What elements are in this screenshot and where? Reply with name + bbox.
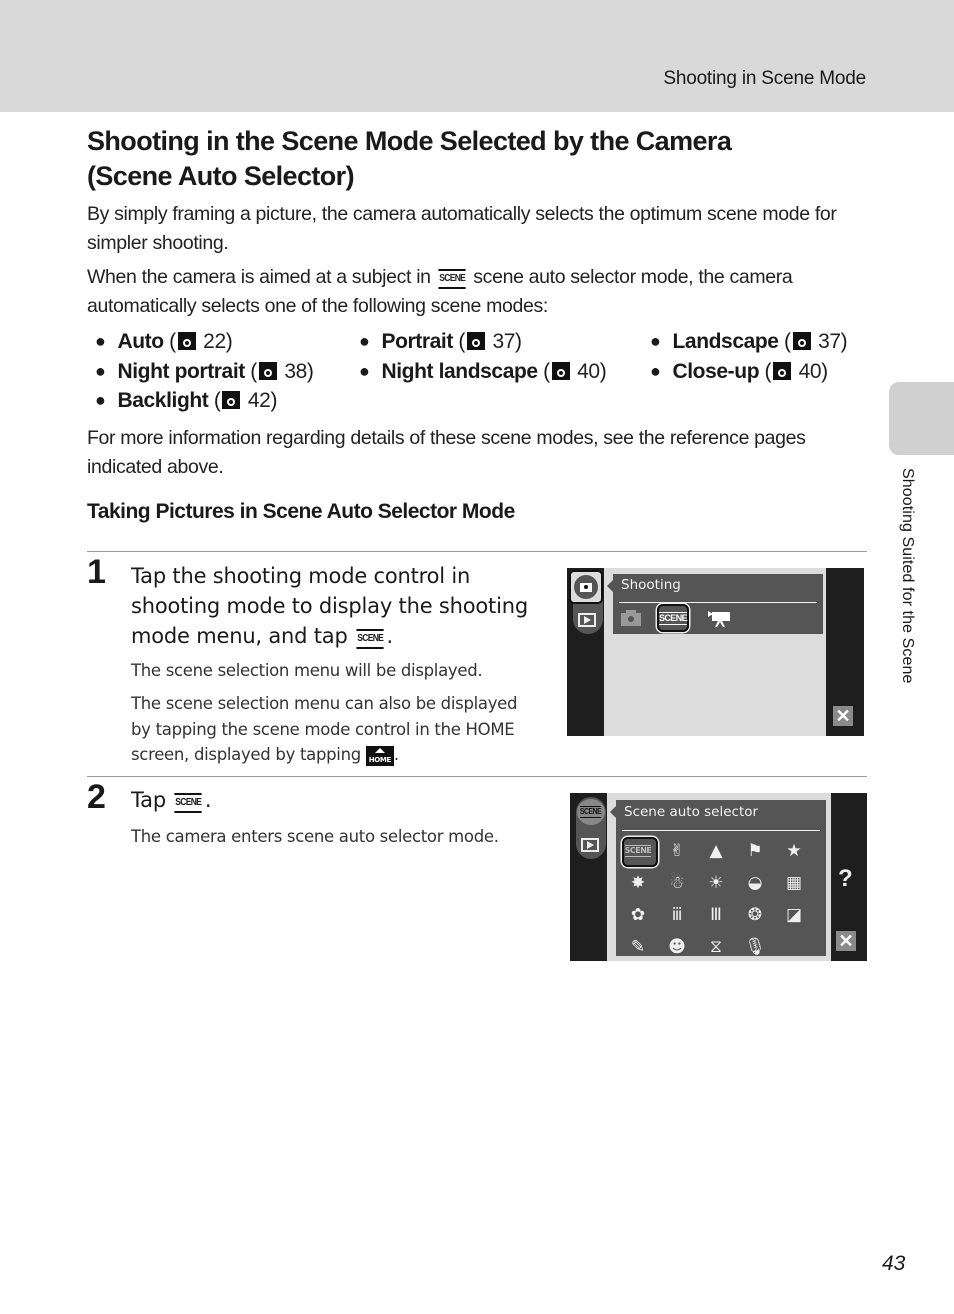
intro-paragraph: By simply framing a picture, the camera …	[87, 203, 837, 254]
food-icon[interactable]: ⅲ	[664, 904, 690, 926]
step-instruction: Tap the shooting mode control in shootin…	[131, 564, 528, 649]
camera-auto-icon[interactable]	[619, 607, 643, 629]
scene-mode-item: ● Night portrait ( 38)	[95, 360, 314, 383]
fireworks-icon[interactable]: ❂	[742, 904, 768, 926]
menu-title: Scene auto selector	[624, 804, 759, 820]
night-landscape-icon[interactable]: ▦	[781, 872, 807, 894]
divider	[87, 551, 867, 552]
night-portrait-icon[interactable]: ★	[781, 840, 807, 862]
step-note: The scene selection menu can also be dis…	[131, 694, 518, 766]
reference-page-icon	[792, 332, 811, 350]
scene-icon[interactable]: SCENE	[659, 607, 688, 629]
scene-icon: SCENE	[356, 629, 385, 649]
step-note: The scene selection menu will be display…	[131, 661, 483, 680]
shooting-menu: Shooting SCENE	[607, 574, 823, 634]
shooting-mode-control[interactable]	[569, 570, 603, 604]
close-up-icon[interactable]: ✿	[625, 904, 651, 926]
page-link[interactable]: 42	[248, 389, 271, 412]
menu-divider	[619, 602, 817, 603]
portrait-icon[interactable]: ✌	[664, 840, 690, 862]
panorama-icon[interactable]: ⧖	[703, 936, 729, 958]
scene-mode-item: ● Backlight ( 42)	[95, 389, 278, 412]
step-note: The camera enters scene auto selector mo…	[131, 827, 499, 846]
reference-page-icon	[467, 332, 485, 350]
sunset-icon[interactable]: ☀	[703, 872, 729, 894]
reference-page-icon	[258, 362, 277, 380]
menu-divider	[622, 830, 820, 831]
sports-icon[interactable]: ⚑	[742, 840, 768, 862]
chapter-tab	[889, 382, 954, 455]
party-indoor-icon[interactable]: ✸	[625, 872, 651, 894]
page-number: 43	[882, 1252, 906, 1275]
page-link[interactable]: 40	[799, 360, 822, 383]
menu-title: Shooting	[621, 577, 681, 593]
home-icon: HOME	[365, 746, 394, 766]
help-icon[interactable]: ?	[838, 865, 853, 893]
chapter-tab-label: Shooting Suited for the Scene	[899, 468, 916, 684]
scene-mode-item: ● Night landscape ( 40)	[359, 360, 607, 383]
landscape-icon[interactable]: ▲	[703, 840, 729, 862]
step-number: 2	[87, 778, 106, 816]
close-button[interactable]: ✕	[833, 706, 853, 726]
reference-page-icon	[222, 391, 241, 409]
divider	[87, 776, 867, 777]
selector-paragraph: When the camera is aimed at a subject in…	[87, 266, 793, 317]
voice-recording-icon[interactable]: 🎙	[742, 936, 768, 958]
scene-mode-control[interactable]: SCENE	[577, 799, 605, 825]
running-head: Shooting in Scene Mode	[663, 68, 866, 89]
scene-auto-selector-icon: SCENE	[174, 793, 203, 813]
movie-icon[interactable]	[707, 607, 733, 629]
page-link[interactable]: 37	[492, 330, 515, 353]
close-button[interactable]: ✕	[836, 931, 856, 951]
beach-snow-icon[interactable]: ☃	[664, 872, 690, 894]
page-link[interactable]: 22	[203, 330, 226, 353]
more-info-paragraph: For more information regarding details o…	[87, 427, 806, 478]
scene-menu: Scene auto selector SCENE ✌ ▲ ⚑ ★ ✸ ☃ ☀ ◒ ▦ ✿ ⅲ Ⅲ ❂ ◪ ✎…	[610, 800, 826, 958]
scene-mode-item: ● Auto ( 22)	[95, 330, 233, 353]
scene-auto-selector-icon[interactable]: SCENE	[624, 840, 652, 862]
scene-mode-item: ● Close-up ( 40)	[650, 360, 828, 383]
camera-icon	[574, 575, 598, 599]
playback-icon[interactable]	[581, 838, 599, 852]
dusk-dawn-icon[interactable]: ◒	[742, 872, 768, 894]
scene-mode-item: ● Portrait ( 37)	[359, 330, 522, 353]
camera-screen-scene-menu: SCENE Scene auto selector SCENE ✌ ▲ ⚑ ★ ✸ ☃ ☀ ◒ ▦…	[570, 793, 867, 961]
reference-page-icon	[551, 362, 570, 380]
page-link[interactable]: 37	[818, 330, 841, 353]
reference-page-icon	[177, 332, 196, 350]
draw-icon[interactable]: ✎	[625, 936, 651, 958]
camera-screen-shooting-menu: Shooting SCENE ✕	[567, 568, 864, 736]
playback-icon[interactable]	[578, 613, 596, 627]
header-band	[0, 0, 954, 112]
backlight-icon[interactable]: ☻	[664, 936, 690, 958]
scene-auto-selector-icon: SCENE	[438, 269, 466, 289]
step-number: 1	[87, 553, 106, 591]
scene-mode-item: ● Landscape ( 37)	[650, 330, 848, 353]
page-link[interactable]: 38	[284, 360, 307, 383]
museum-icon[interactable]: Ⅲ	[703, 904, 729, 926]
copy-icon[interactable]: ◪	[781, 904, 807, 926]
page-link[interactable]: 40	[577, 360, 600, 383]
reference-page-icon	[773, 362, 792, 380]
section-heading: Taking Pictures in Scene Auto Selector M…	[87, 500, 515, 523]
step-instruction: Tap SCENE.	[131, 788, 212, 813]
page-title: Shooting in the Scene Mode Selected by t…	[87, 126, 732, 191]
